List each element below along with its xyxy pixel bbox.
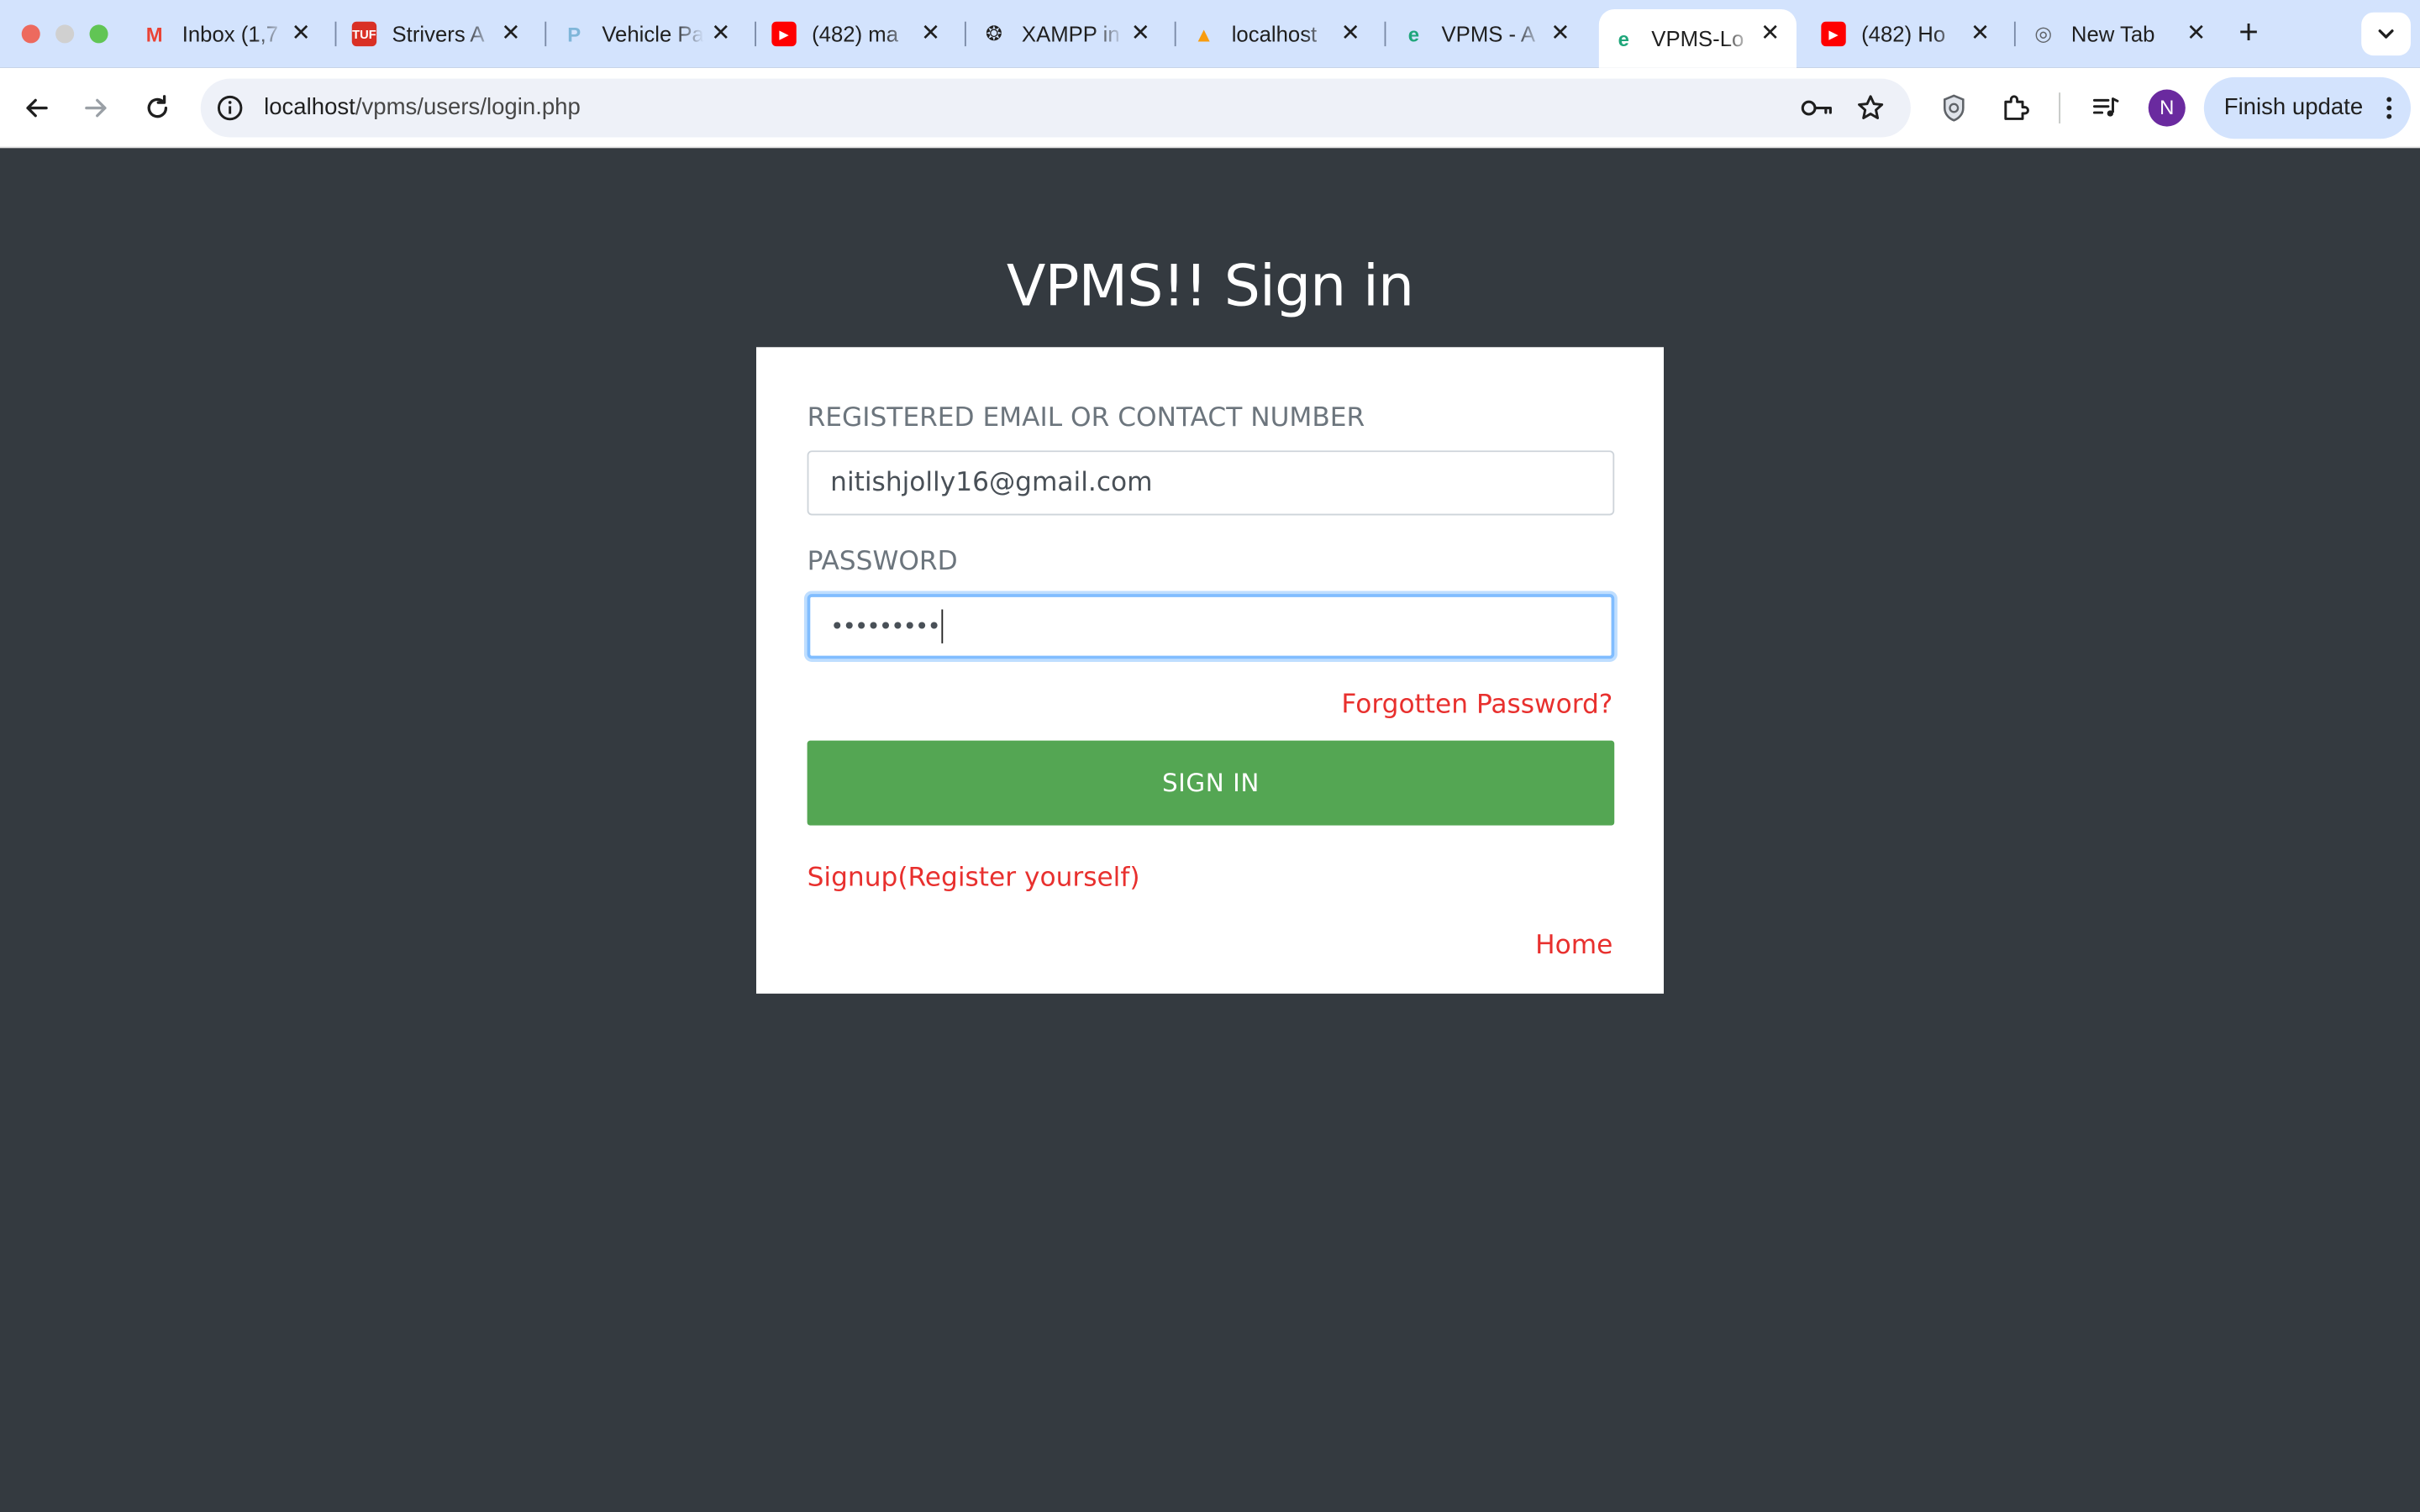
browser-tab[interactable]: ▶ (482) Ho ✕ (1809, 9, 2007, 59)
arrow-right-icon (85, 98, 107, 118)
url-host: localhost (264, 94, 355, 121)
forgot-password-link[interactable]: Forgotten Password? (1341, 690, 1612, 721)
password-input[interactable]: ••••••••• (807, 594, 1615, 659)
browser-tab[interactable]: TUF Strivers A ✕ (339, 9, 537, 59)
phpmyadmin-icon: ▲ (1193, 22, 1214, 46)
tab-close-icon[interactable]: ✕ (2182, 20, 2210, 48)
tab-title: (482) Ho (1861, 21, 1946, 47)
browser-tab[interactable]: e VPMS - A ✕ (1389, 9, 1586, 59)
signup-link[interactable]: Signup(Register yourself) (808, 863, 1140, 894)
vpms-icon: e (1618, 27, 1629, 50)
tab-separator (544, 21, 547, 47)
address-bar[interactable]: localhost/vpms/users/login.php (200, 78, 1911, 138)
chrome-icon: ◎ (2034, 21, 2053, 45)
browser-window: M Inbox (1,7 ✕ TUF Strivers A ✕ P Vehicle Pa ✕ ▶(… (0, 0, 2420, 1512)
email-input-value: nitishjolly16@gmail.com (830, 467, 1153, 499)
tab-close-icon[interactable]: ✕ (1756, 20, 1784, 48)
browser-tab[interactable]: ▲ localhost ✕ (1179, 9, 1376, 59)
url-path: /vpms/users/login.php (355, 94, 581, 121)
email-input[interactable]: nitishjolly16@gmail.com (807, 450, 1615, 516)
browser-tab[interactable]: M Inbox (1,7 ✕ (129, 9, 327, 59)
profile-avatar[interactable]: N (2148, 89, 2186, 127)
tab-title: New Tab (2070, 21, 2155, 47)
gmail-icon: M (145, 22, 163, 46)
window-minimize-button[interactable] (55, 24, 75, 44)
tab-title: Inbox (1,7 (182, 21, 279, 47)
key-icon[interactable] (1800, 94, 1833, 122)
more-vertical-icon (2386, 97, 2392, 119)
browser-toolbar: localhost/vpms/users/login.php N Finish … (0, 67, 2420, 149)
tab-close-icon[interactable]: ✕ (1337, 20, 1365, 48)
tab-title: localhost (1231, 21, 1318, 47)
tab-title: VPMS - A (1441, 21, 1535, 47)
url-text[interactable]: localhost/vpms/users/login.php (264, 94, 581, 120)
vehicle-parking-icon: P (567, 22, 581, 46)
shield-extension-icon[interactable] (1935, 90, 1972, 127)
tab-close-icon[interactable]: ✕ (917, 20, 944, 48)
star-icon[interactable] (1855, 92, 1886, 123)
login-card: REGISTERED EMAIL OR CONTACT NUMBER nitis… (756, 347, 1664, 994)
extensions-puzzle-icon[interactable] (1997, 90, 2034, 127)
password-input-value: ••••••••• (830, 612, 941, 641)
window-close-button[interactable] (21, 24, 40, 44)
sign-in-button[interactable]: SIGN IN (807, 740, 1615, 826)
tab-title: Vehicle Pa (602, 21, 704, 47)
browser-tab[interactable]: ◎ New Tab ✕ (2018, 9, 2222, 59)
browser-tab[interactable]: ▶ (482) ma ✕ (760, 9, 957, 59)
tab-close-icon[interactable]: ✕ (1127, 20, 1155, 48)
tab-separator (2013, 21, 2016, 47)
tab-title: XAMPP in (1021, 21, 1120, 47)
tab-strip: M Inbox (1,7 ✕ TUF Strivers A ✕ P Vehicle Pa ✕ ▶(… (0, 0, 2420, 68)
text-caret (940, 609, 943, 643)
reload-icon (147, 95, 168, 118)
browser-tab[interactable]: e VPMS-Lo ✕ (1598, 9, 1797, 68)
tab-title: Strivers A (392, 21, 485, 47)
tab-separator (1174, 21, 1176, 47)
tab-separator (334, 21, 337, 47)
tab-close-icon[interactable]: ✕ (1546, 20, 1574, 48)
tab-separator (964, 21, 966, 47)
tab-close-icon[interactable]: ✕ (707, 20, 734, 48)
forward-button[interactable] (74, 87, 117, 129)
password-label: PASSWORD (807, 546, 958, 577)
site-info-icon[interactable] (216, 94, 244, 122)
tab-close-icon[interactable]: ✕ (287, 20, 315, 48)
tab-title: VPMS-Lo (1651, 26, 1744, 51)
home-link[interactable]: Home (1535, 931, 1612, 962)
tab-close-icon[interactable]: ✕ (1966, 20, 1994, 48)
page-content: VPMS!! Sign in REGISTERED EMAIL OR CONTA… (0, 148, 2420, 1512)
tab-title: (482) ma (812, 21, 899, 47)
email-label: REGISTERED EMAIL OR CONTACT NUMBER (807, 402, 1365, 434)
tab-search-button[interactable] (2361, 12, 2411, 56)
finish-update-button[interactable]: Finish update (2203, 76, 2411, 139)
tab-close-icon[interactable]: ✕ (497, 20, 524, 48)
browser-tab[interactable]: P Vehicle Pa ✕ (550, 9, 747, 59)
arrow-left-icon (26, 98, 48, 118)
browser-tab[interactable]: ❂ XAMPP in ✕ (969, 9, 1166, 59)
tab-separator (755, 21, 756, 47)
media-controls-icon[interactable] (2086, 90, 2123, 127)
tab-separator (1384, 21, 1386, 47)
reload-button[interactable] (136, 87, 179, 129)
toolbar-divider (2059, 92, 2061, 123)
finish-update-label: Finish update (2223, 94, 2364, 121)
vpms-icon: e (1407, 22, 1420, 46)
chevron-down-icon (2378, 29, 2394, 39)
back-button[interactable] (15, 87, 58, 129)
new-tab-button[interactable]: + (2232, 14, 2265, 49)
page-title: VPMS!! Sign in (1006, 253, 1414, 320)
youtube-icon: ▶ (1821, 21, 1846, 47)
tuf-icon: TUF (351, 21, 377, 47)
window-maximize-button[interactable] (89, 24, 108, 44)
youtube-icon: ▶ (771, 21, 797, 47)
openai-icon: ❂ (985, 21, 1002, 45)
